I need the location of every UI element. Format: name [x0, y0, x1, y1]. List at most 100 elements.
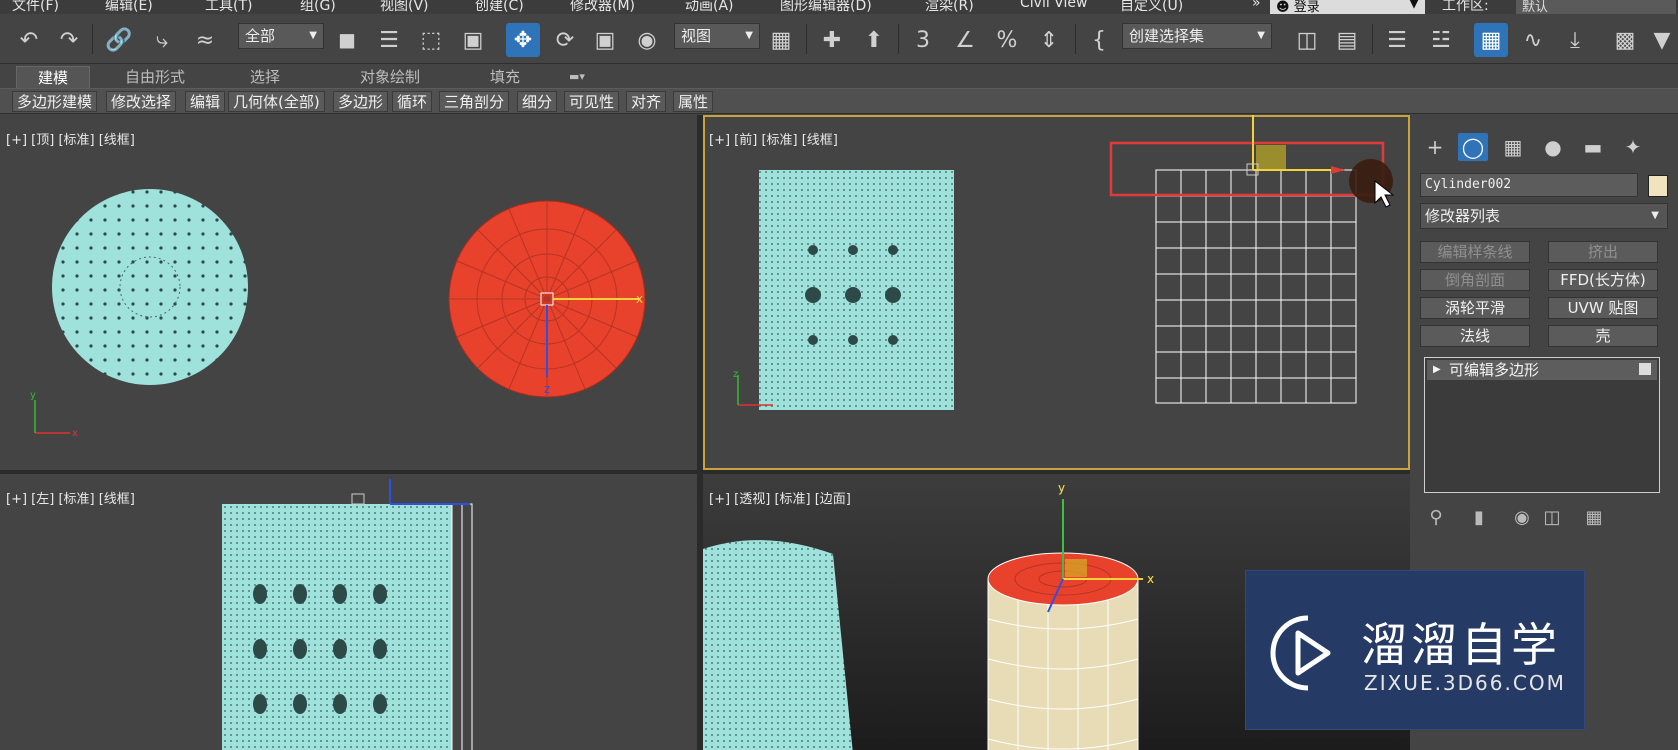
tab-modeling[interactable]: 建模 — [16, 66, 90, 88]
modifier-edit-spline-button[interactable]: 编辑样条线 — [1420, 241, 1530, 263]
ribbon-align[interactable]: 对齐 — [626, 91, 667, 112]
modifier-ffd-box-button[interactable]: FFD(长方体) — [1548, 269, 1658, 291]
select-by-name-icon[interactable]: ☰ — [372, 23, 406, 57]
menu-animation[interactable]: 动画(A) — [685, 0, 734, 14]
edit-named-selection-icon[interactable]: { — [1082, 23, 1116, 57]
select-manipulate-icon[interactable]: ✚ — [815, 23, 849, 57]
ribbon-geometry-all[interactable]: 几何体(全部) — [228, 91, 325, 112]
placement-icon[interactable]: ◉ — [630, 23, 664, 57]
menu-tools[interactable]: 工具(T) — [205, 0, 252, 14]
cylinder-wireframe-front[interactable] — [1155, 169, 1357, 404]
ribbon-tris[interactable]: 三角剖分 — [439, 91, 510, 112]
viewport-front[interactable]: [+] [前] [标准] [线框] z — [703, 115, 1410, 470]
select-object-icon[interactable]: ◼ — [330, 23, 364, 57]
modifier-extrude-button[interactable]: 挤出 — [1548, 241, 1658, 263]
perforated-cylinder-perspective[interactable] — [703, 540, 853, 750]
schematic-view-icon[interactable]: ⤓ — [1558, 23, 1592, 57]
ribbon-loops[interactable]: 循环 — [392, 91, 433, 112]
viewport-left[interactable]: [+] [左] [标准] [线框] — [0, 474, 697, 750]
menu-civil-view[interactable]: Civil View — [1020, 0, 1087, 11]
material-editor-icon[interactable]: ▩ — [1608, 23, 1642, 57]
modifier-bevel-profile-button[interactable]: 倒角剖面 — [1420, 269, 1530, 291]
object-color-swatch[interactable] — [1648, 175, 1668, 197]
ribbon-options-icon[interactable]: ▬▾ — [560, 66, 594, 88]
utilities-tab-icon[interactable]: ✦ — [1618, 133, 1648, 161]
align-icon[interactable]: ▤ — [1330, 23, 1364, 57]
menu-graph-editors[interactable]: 图形编辑器(D) — [780, 0, 872, 14]
modifier-uvw-map-button[interactable]: UVW 贴图 — [1548, 297, 1658, 319]
modifier-normal-button[interactable]: 法线 — [1420, 325, 1530, 347]
viewport-top[interactable]: [+] [顶] [标准] [线框] x z y x — [0, 115, 697, 470]
tab-object-paint[interactable]: 对象绘制 — [350, 66, 430, 88]
motion-tab-icon[interactable]: ● — [1538, 133, 1568, 161]
tab-freeform[interactable]: 自由形式 — [115, 66, 195, 88]
show-end-result-icon[interactable]: ▮ — [1467, 507, 1491, 531]
menu-overflow[interactable]: » — [1252, 0, 1261, 11]
redo-icon[interactable]: ↷ — [52, 23, 86, 57]
percent-snap-icon[interactable]: % — [990, 23, 1024, 57]
menu-view[interactable]: 视图(V) — [380, 0, 429, 14]
selected-cylinder-perspective[interactable]: y x — [987, 481, 1154, 750]
expand-triangle-icon[interactable]: ▶ — [1433, 360, 1441, 380]
mirror-icon[interactable]: ◫ — [1290, 23, 1324, 57]
pin-stack-icon[interactable]: ⚲ — [1424, 507, 1448, 531]
reference-coordinate-system[interactable]: 视图 ▼ — [674, 23, 760, 49]
tab-populate[interactable]: 填充 — [480, 66, 530, 88]
menu-modifiers[interactable]: 修改器(M) — [570, 0, 635, 14]
ribbon-edit[interactable]: 编辑 — [185, 91, 226, 112]
keyboard-shortcut-override-icon[interactable]: ⬆ — [857, 23, 891, 57]
object-name-field[interactable]: Cylinder002 — [1420, 173, 1638, 197]
ribbon-modify-selection[interactable]: 修改选择 — [106, 91, 177, 112]
select-scale-icon[interactable]: ▣ — [588, 23, 622, 57]
ribbon-subdivision[interactable]: 细分 — [517, 91, 558, 112]
window-crossing-icon[interactable]: ▣ — [456, 23, 490, 57]
layer-explorer-icon[interactable]: ☳ — [1424, 23, 1458, 57]
render-setup-icon[interactable]: ▼ — [1648, 23, 1676, 57]
modify-tab-icon[interactable]: ◯ — [1458, 133, 1488, 161]
remove-modifier-icon[interactable]: ◫ — [1540, 507, 1564, 531]
menu-create[interactable]: 创建(C) — [475, 0, 524, 14]
make-unique-icon[interactable]: ◉ — [1510, 507, 1534, 531]
spinner-snap-icon[interactable]: ⇕ — [1032, 23, 1066, 57]
snaps-toggle-icon[interactable]: 3 — [906, 23, 940, 57]
menu-customize[interactable]: 自定义(U) — [1120, 0, 1183, 14]
curve-editor-icon[interactable]: ∿ — [1516, 23, 1550, 57]
link-icon[interactable]: 🔗 — [102, 23, 136, 57]
scene-explorer-icon[interactable]: ☰ — [1380, 23, 1414, 57]
hierarchy-tab-icon[interactable]: ▦ — [1498, 133, 1528, 161]
angle-snap-icon[interactable]: ∠ — [948, 23, 982, 57]
unlink-icon[interactable]: ⤷ — [145, 23, 179, 57]
menu-file[interactable]: 文件(F) — [12, 0, 59, 14]
ribbon-polygons[interactable]: 多边形 — [333, 91, 389, 112]
ribbon-properties[interactable]: 属性 — [673, 91, 714, 112]
rect-select-region-icon[interactable]: ⬚ — [414, 23, 448, 57]
select-rotate-icon[interactable]: ⟳ — [548, 23, 582, 57]
perforated-panel-left[interactable] — [222, 504, 452, 750]
selection-filter[interactable]: 全部 ▼ — [238, 23, 324, 49]
tab-selection[interactable]: 选择 — [240, 66, 290, 88]
menu-edit[interactable]: 编辑(E) — [105, 0, 153, 14]
named-selection-sets[interactable]: 创建选择集 ▼ — [1122, 23, 1272, 49]
workspace-select[interactable]: 默认 — [1516, 0, 1676, 14]
menu-group[interactable]: 组(G) — [300, 0, 336, 14]
create-tab-icon[interactable]: + — [1420, 133, 1450, 161]
login-dropdown[interactable]: ☻ 登录 ▼ — [1270, 0, 1425, 14]
visibility-toggle-icon[interactable] — [1639, 363, 1651, 375]
modifier-turbosmooth-button[interactable]: 涡轮平滑 — [1420, 297, 1530, 319]
ribbon-polygon-modeling[interactable]: 多边形建模 — [12, 91, 98, 112]
modifier-list-dropdown[interactable]: 修改器列表 ▼ — [1420, 203, 1668, 229]
display-tab-icon[interactable]: ▬ — [1578, 133, 1608, 161]
undo-icon[interactable]: ↶ — [12, 23, 46, 57]
toggle-ribbon-icon[interactable]: ▦ — [1474, 23, 1508, 57]
bind-spacewarp-icon[interactable]: ≈ — [188, 23, 222, 57]
configure-modifier-sets-icon[interactable]: ▦ — [1582, 507, 1606, 531]
select-move-icon[interactable]: ✥ — [506, 23, 540, 57]
ribbon-visibility[interactable]: 可见性 — [564, 91, 620, 112]
perforated-disc-mesh[interactable] — [52, 189, 248, 385]
menu-rendering[interactable]: 渲染(R) — [925, 0, 974, 14]
stack-item-editable-poly[interactable]: ▶ 可编辑多边形 — [1427, 360, 1657, 380]
modifier-shell-button[interactable]: 壳 — [1548, 325, 1658, 347]
svg-text:x: x — [1147, 572, 1154, 586]
pivot-center-icon[interactable]: ▦ — [764, 23, 798, 57]
selected-cylinder-top[interactable]: x z — [448, 200, 646, 398]
